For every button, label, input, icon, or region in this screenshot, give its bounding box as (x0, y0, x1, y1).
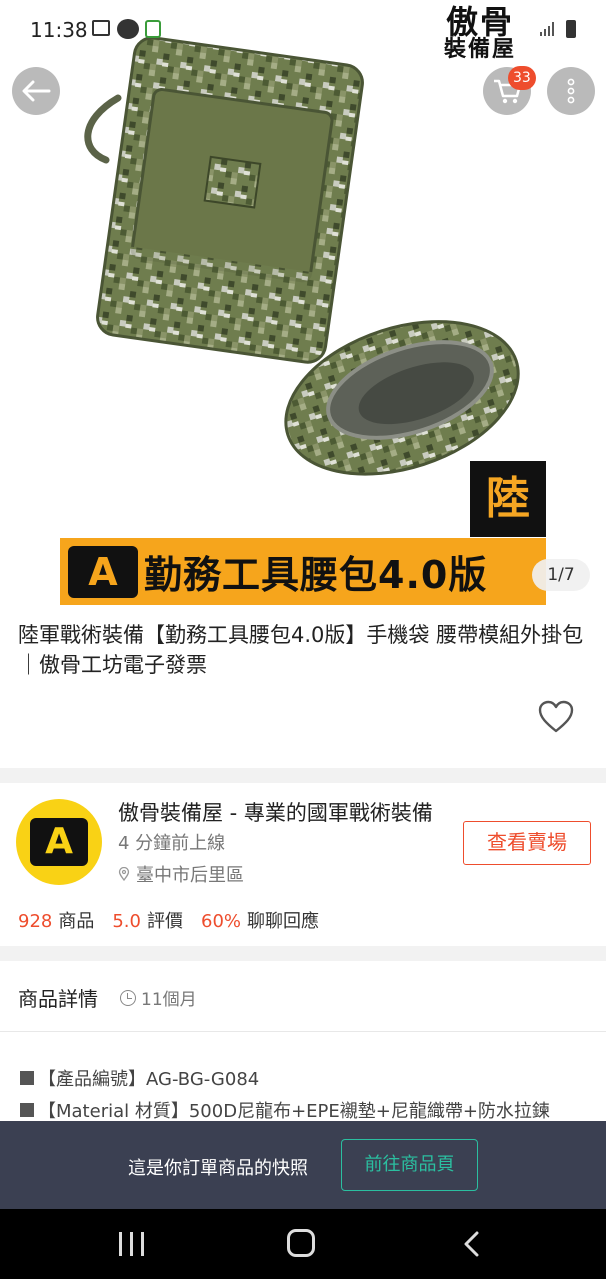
system-navigation-bar (0, 1209, 606, 1279)
brand-logo-line1: 傲骨 (445, 3, 514, 41)
product-details-header: 商品詳情 11個月 (0, 961, 606, 1032)
clipboard-notification-icon (145, 20, 161, 38)
product-image-carousel[interactable]: 11:38 傲骨 裝備屋 33 陸 A 勤務工具腰包4.0版 1/7 (0, 0, 606, 612)
brand-watermark-logo: 傲骨 裝備屋 (420, 6, 540, 66)
bullet-square-icon (20, 1103, 34, 1117)
shop-location-text: 臺中市后里區 (136, 865, 244, 886)
stat-label: 評價 (147, 911, 183, 932)
corner-tag: 陸 (470, 461, 546, 537)
detail-line-text: 【Material 材質】500D尼龍布+EPE襯墊+尼龍織帶+防水拉鍊 (38, 1101, 550, 1122)
home-button[interactable] (287, 1229, 315, 1257)
stat-label: 商品 (58, 911, 95, 932)
shop-stat-chat-response: 60% 聊聊回應 (201, 907, 319, 933)
shop-stat-rating: 5.0 評價 (112, 907, 183, 933)
stat-value: 928 (18, 911, 53, 932)
brand-logo-line2: 裝備屋 (443, 37, 516, 62)
go-to-product-button[interactable]: 前往商品頁 (341, 1139, 478, 1191)
more-vertical-icon (567, 78, 575, 104)
image-counter: 1/7 (532, 559, 590, 591)
stat-label: 聊聊回應 (247, 911, 320, 932)
back-button[interactable] (12, 67, 60, 115)
product-name-banner: A 勤務工具腰包4.0版 (60, 538, 546, 605)
status-time: 11:38 (30, 18, 88, 42)
details-time: 11個月 (120, 985, 197, 1010)
gallery-notification-icon (92, 20, 110, 36)
order-snapshot-bar: 這是你訂單商品的快照 前往商品頁 (0, 1121, 606, 1209)
stat-value: 5.0 (112, 911, 141, 932)
detail-line: 【Material 材質】500D尼龍布+EPE襯墊+尼龍織帶+防水拉鍊 (20, 1097, 550, 1123)
stat-value: 60% (201, 911, 242, 932)
signal-icon (540, 22, 556, 36)
shop-location: 臺中市后里區 (118, 861, 244, 887)
product-details-body: 【產品編號】AG-BG-G084 【Material 材質】500D尼龍布+EP… (0, 1033, 606, 1123)
shop-stats: 928 商品 5.0 評價 60% 聊聊回應 (18, 907, 337, 933)
banner-brand-logo: A (68, 545, 138, 598)
shop-info-section[interactable]: A 傲骨裝備屋 - 專業的國軍戰術裝備 4 分鐘前上線 臺中市后里區 查看賣場 … (0, 783, 606, 946)
battery-icon (566, 20, 576, 38)
more-options-button[interactable] (547, 67, 595, 115)
shop-name[interactable]: 傲骨裝備屋 - 專業的國軍戰術裝備 (118, 797, 448, 827)
back-chevron-icon[interactable] (462, 1231, 482, 1257)
product-title: 陸軍戰術裝備【勤務工具腰包4.0版】手機袋 腰帶模組外掛包｜傲骨工坊電子發票 (18, 623, 584, 677)
product-photo (84, 36, 520, 476)
shop-avatar[interactable]: A (16, 799, 102, 885)
shop-avatar-logo: A (30, 818, 88, 866)
line-notification-icon (117, 19, 139, 39)
detail-line: 【產品編號】AG-BG-G084 (20, 1065, 259, 1091)
bullet-square-icon (20, 1071, 34, 1085)
detail-line-text: 【產品編號】AG-BG-G084 (38, 1069, 260, 1090)
recent-apps-button[interactable] (119, 1232, 145, 1256)
view-shop-button[interactable]: 查看賣場 (463, 821, 591, 865)
location-pin-icon (118, 867, 130, 881)
details-time-text: 11個月 (141, 990, 197, 1010)
shop-online-status: 4 分鐘前上線 (118, 833, 226, 854)
clock-icon (120, 989, 136, 1006)
arrow-left-icon (22, 80, 51, 102)
product-title-section: 陸軍戰術裝備【勤務工具腰包4.0版】手機袋 腰帶模組外掛包｜傲骨工坊電子發票 (0, 612, 606, 768)
heart-icon[interactable] (538, 700, 574, 734)
banner-text: 勤務工具腰包4.0版 (144, 553, 488, 597)
snapshot-notice: 這是你訂單商品的快照 (128, 1158, 308, 1179)
section-divider (0, 768, 606, 783)
section-divider (0, 946, 606, 961)
cart-count-badge: 33 (508, 66, 536, 90)
details-title: 商品詳情 (18, 987, 98, 1011)
shop-stat-products: 928 商品 (18, 907, 94, 933)
